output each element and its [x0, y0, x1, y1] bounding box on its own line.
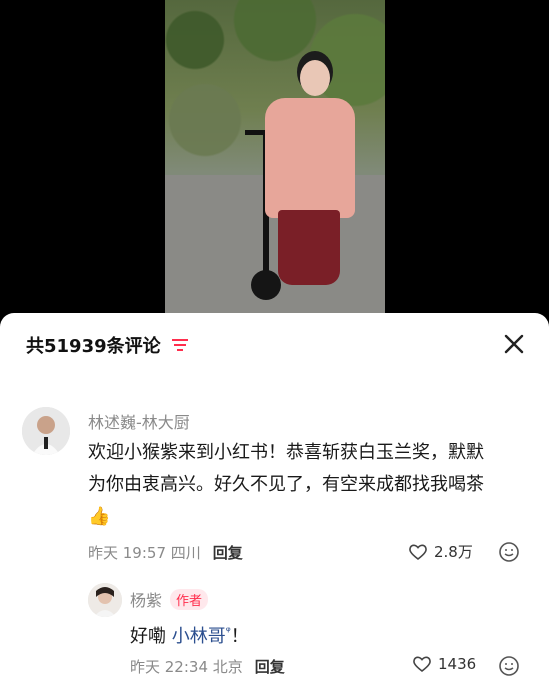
author-badge: 作者 — [170, 588, 209, 610]
reply-text-prefix: 好嘞 — [130, 626, 172, 647]
heart-icon — [409, 544, 427, 560]
mention-link[interactable]: 小林哥 — [172, 626, 226, 647]
like-button[interactable]: 1436 — [412, 655, 476, 673]
avatar-image — [88, 583, 122, 617]
like-count: 2.8万 — [434, 543, 473, 561]
reply-button[interactable]: 回复 — [255, 656, 285, 677]
reply-username-row: 杨紫 作者 — [130, 587, 209, 611]
comment-location: 北京 — [212, 658, 243, 676]
close-icon — [504, 334, 524, 354]
avatar[interactable] — [22, 407, 70, 455]
person — [260, 60, 355, 285]
sort-filter-icon[interactable] — [171, 338, 189, 352]
emoji-reaction-icon[interactable] — [498, 541, 520, 563]
reply-text-suffix: ！ — [230, 626, 249, 647]
close-button[interactable] — [501, 331, 527, 357]
reply-text: 好嘞 小林哥ᵠ！ — [130, 615, 249, 653]
like-button[interactable]: 2.8万 — [408, 541, 473, 562]
video-area[interactable] — [0, 0, 549, 313]
like-count: 1436 — [438, 655, 477, 673]
comment-time: 昨天 22:34 — [130, 658, 208, 676]
thumbs-up-emoji: 👍 — [88, 506, 111, 527]
comment-text-line: 欢迎小猴紫来到小红书！恭喜斩获白玉兰奖，默默 — [88, 442, 484, 463]
comment-meta: 昨天 22:34 北京 回复 — [130, 656, 285, 677]
comment-meta: 昨天 19:57 四川 回复 — [88, 542, 243, 563]
heart-icon — [413, 656, 431, 673]
reply-button[interactable]: 回复 — [213, 542, 243, 563]
video-frame — [165, 0, 385, 313]
emoji-reaction-icon[interactable] — [498, 655, 520, 677]
avatar[interactable] — [88, 583, 122, 617]
comment-username[interactable]: 林述巍-林大厨 — [88, 409, 190, 433]
comments-sheet: 共51939条评论 林述巍-林大厨 欢迎小猴紫来到小红书！恭喜斩获白玉兰奖，默默… — [0, 313, 549, 690]
comment-time: 昨天 19:57 — [88, 544, 166, 562]
comment-count: 共51939条评论 — [26, 336, 161, 357]
comment-username[interactable]: 杨紫 — [130, 587, 162, 611]
comments-header: 共51939条评论 — [26, 331, 189, 359]
comment-location: 四川 — [170, 544, 201, 562]
comment-text-line: 为你由衷高兴。好久不见了，有空来成都找我喝茶 — [88, 474, 484, 495]
avatar-image — [22, 407, 70, 455]
